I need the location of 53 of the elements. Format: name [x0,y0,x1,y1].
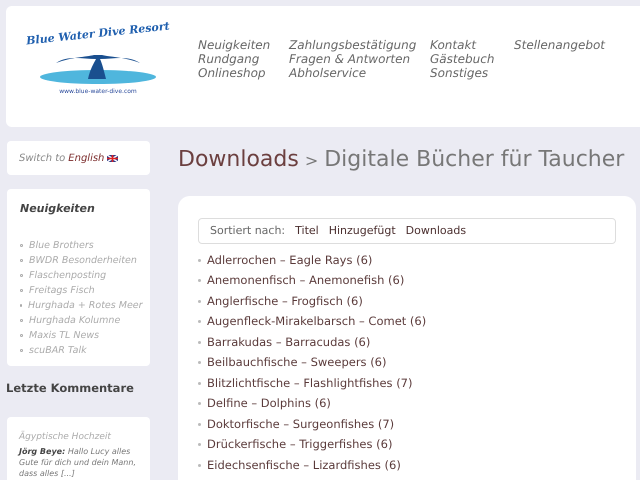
language-link[interactable]: English [68,150,104,166]
nav-link[interactable]: Abholservice [289,66,430,80]
bullet-icon [198,402,201,406]
sort-option[interactable]: Downloads [406,222,466,240]
sort-option[interactable]: Hinzugefügt [328,222,396,240]
category-link[interactable]: Adlerrochen – Eagle Rays (6) [207,252,372,269]
bullet-icon [198,443,201,446]
bullet-icon [198,258,201,262]
bullet-icon [20,288,23,292]
bullet-icon [198,340,201,344]
nav-link[interactable]: Zahlungsbestätigung [289,38,430,52]
bullet-icon [20,274,23,276]
nav-link[interactable]: Fragen & Antworten [289,52,430,66]
category-link[interactable]: Augenfleck-Mirakelbarsch – Comet (6) [207,313,426,330]
category-link[interactable]: Beilbauchfische – Sweepers (6) [207,354,386,372]
bullet-icon [20,348,23,352]
news-title: Neuigkeiten [20,201,96,217]
language-prefix: Switch to [19,152,66,166]
category-link[interactable]: Drückerfische – Triggerfishes (6) [207,436,392,454]
nav-link[interactable]: Kontakt [430,38,514,52]
bullet-icon [198,279,201,282]
page-title: Digitale Bücher für Taucher [324,146,624,174]
bullet-icon [198,320,201,324]
comment-text: Jörg Beye: Hallo Lucy alles Gute für dich und dein Mann, dass alles [...] [19,446,137,480]
bullet-icon [198,422,201,426]
bullet-icon [198,464,201,467]
bullet-icon [20,318,23,322]
sort-option[interactable]: Titel [295,222,319,240]
category-link[interactable]: Anemonenfisch – Anemonefish (6) [207,272,404,290]
category-link[interactable]: Delfine – Dolphins (6) [207,395,331,412]
bullet-icon [20,258,23,262]
category-link[interactable]: Eidechsenfische – Lizardfishes (6) [207,456,401,474]
nav-link[interactable]: Stellenangebot [514,38,624,52]
breadcrumb-link[interactable]: Downloads [178,143,299,176]
nav-link[interactable]: Onlineshop [198,66,289,80]
nav-link[interactable]: Neuigkeiten [198,38,289,52]
category-link[interactable]: Anglerfische – Frogfisch (6) [207,292,363,310]
sort-label: Sortiert nach: [210,222,286,239]
nav-link[interactable]: Sonstiges [430,66,514,80]
breadcrumb-separator: > [304,150,318,172]
category-link[interactable]: Barrakudas – Barracudas (6) [207,334,370,351]
comments-heading: Letzte Kommentare [6,380,135,396]
bullet-icon [20,244,23,246]
flag-icon [107,154,118,162]
category-link[interactable]: Blitzlichtfische – Flashlightfishes (7) [207,374,412,392]
nav-link[interactable]: Gästebuch [430,52,514,66]
category-link[interactable]: Doktorfische – Surgeonfishes (7) [207,416,394,433]
bullet-icon [198,300,201,303]
bullet-icon [198,382,201,385]
bullet-icon [20,334,23,336]
logo-title: Blue Water Dive Resort [26,18,170,50]
bullet-icon [198,361,201,364]
nav-link[interactable]: Rundgang [198,52,289,66]
